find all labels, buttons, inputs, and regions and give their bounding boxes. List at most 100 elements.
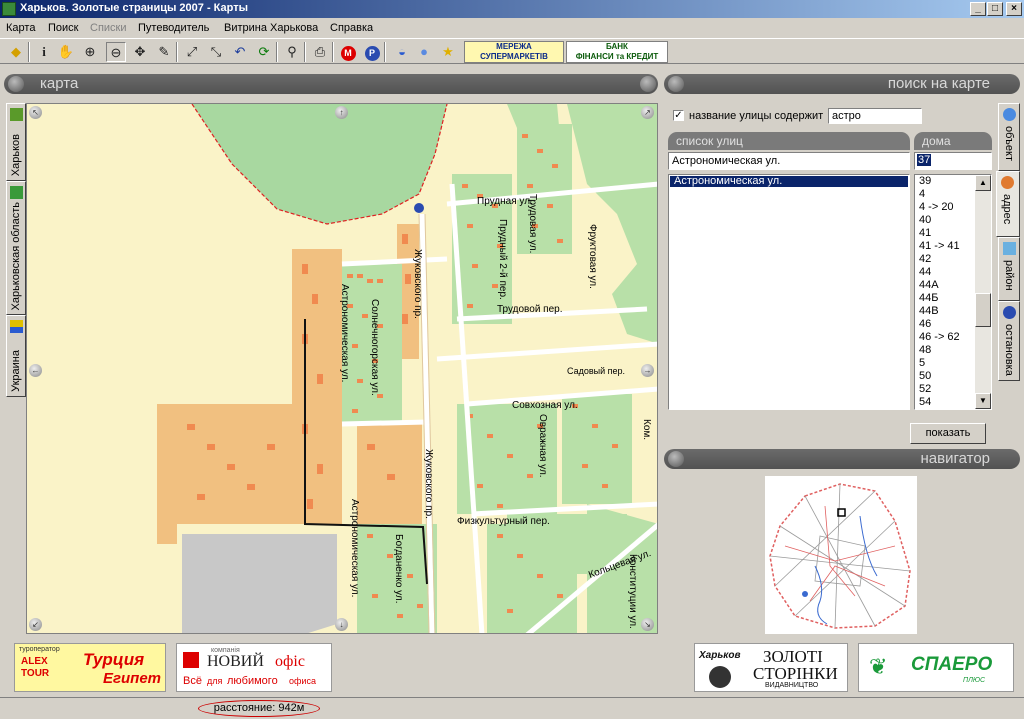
house-number-input[interactable]: 37 bbox=[914, 152, 992, 170]
hand-pan-icon[interactable]: ✋ bbox=[56, 42, 76, 62]
minimize-button[interactable]: _ bbox=[970, 2, 986, 16]
ad4-title: СПАЕРО bbox=[911, 654, 993, 675]
info-icon[interactable]: i bbox=[34, 42, 54, 62]
tab-district-label: район bbox=[1003, 260, 1015, 291]
star-icon[interactable]: ★ bbox=[438, 42, 458, 62]
houses-scrollbar[interactable]: ▲ ▼ bbox=[975, 175, 991, 409]
zoom-fit-icon[interactable]: ⤡ bbox=[206, 42, 226, 62]
toolbar-separator bbox=[332, 42, 334, 62]
streets-list[interactable]: Астрономическая ул. bbox=[668, 174, 910, 410]
map-nav-west-icon[interactable]: ← bbox=[29, 364, 42, 377]
object-icon bbox=[1003, 108, 1016, 121]
street-label: Фруктовая ул. bbox=[587, 224, 598, 289]
toolbar-ad-bank[interactable]: БАНК ФІНАНСИ та КРЕДИТ bbox=[566, 41, 668, 63]
street-label: Прудный 2-й пер. bbox=[497, 219, 508, 300]
menu-bar: Карта Поиск Списки Путеводитель Витрина … bbox=[0, 18, 1024, 38]
maximize-button[interactable]: □ bbox=[987, 2, 1003, 16]
ad2-sub-b: для bbox=[207, 676, 223, 686]
ad-zoloti-storinky[interactable]: Харьков ЗОЛОТІ СТОРІНКИ ВИДАВНИЦТВО bbox=[694, 643, 848, 692]
parking-icon[interactable]: P bbox=[362, 42, 382, 62]
zoom-out-icon[interactable]: ⊖ bbox=[106, 42, 126, 62]
layer-blue-icon[interactable]: ◒ bbox=[392, 42, 412, 62]
move-center-icon[interactable]: ✥ bbox=[130, 42, 150, 62]
toolbar-separator bbox=[384, 42, 386, 62]
ad-alex-tour[interactable]: туроператор ALEX TOUR Турция Египет bbox=[14, 643, 166, 692]
menu-spravka[interactable]: Справка bbox=[330, 22, 373, 34]
ad-novyi-ofis[interactable]: компанія НОВИЙ офіс Всё для любимого офи… bbox=[176, 643, 332, 692]
ruler-icon[interactable]: ✎ bbox=[154, 42, 174, 62]
ad2-sub-a: Всё bbox=[183, 675, 202, 687]
map-canvas[interactable]: ↖ ↑ ↗ ← → ↙ ↓ ↘ Астрономическая ул. Астр… bbox=[26, 103, 658, 634]
zoloti-logo-icon bbox=[709, 666, 731, 688]
header-knob-icon bbox=[668, 451, 684, 467]
print-icon[interactable]: ⎙ bbox=[310, 42, 330, 62]
header-knob-icon bbox=[640, 76, 656, 92]
map-nav-southwest-icon[interactable]: ↙ bbox=[29, 618, 42, 631]
menu-putevoditel[interactable]: Путеводитель bbox=[138, 22, 209, 34]
tab-ukraine[interactable]: Украина bbox=[6, 315, 26, 397]
house-icon bbox=[1001, 176, 1014, 189]
refresh-icon[interactable]: ⟳ bbox=[254, 42, 274, 62]
tab-object[interactable]: объект bbox=[998, 103, 1020, 171]
street-filter-label: название улицы содержит bbox=[689, 110, 824, 122]
houses-list-header: дома bbox=[914, 132, 992, 150]
map-nav-northeast-icon[interactable]: ↗ bbox=[641, 106, 654, 119]
tab-address[interactable]: адрес bbox=[996, 171, 1020, 237]
layer-circle-icon[interactable]: ● bbox=[414, 42, 434, 62]
selected-street-field[interactable]: Астрономическая ул. bbox=[668, 152, 910, 170]
menu-vitrina[interactable]: Витрина Харькова bbox=[224, 22, 318, 34]
oblast-map-icon bbox=[10, 186, 23, 199]
scroll-thumb[interactable] bbox=[975, 293, 991, 327]
search-panel-header: поиск на карте bbox=[664, 74, 1020, 94]
close-button[interactable]: × bbox=[1006, 2, 1022, 16]
navigator-minimap[interactable] bbox=[765, 476, 917, 634]
tab-stop-label: остановка bbox=[1003, 324, 1015, 376]
binoculars-icon[interactable]: ⚲ bbox=[282, 42, 302, 62]
tab-stop[interactable]: остановка bbox=[998, 301, 1020, 381]
map-nav-southeast-icon[interactable]: ↘ bbox=[641, 618, 654, 631]
district-icon bbox=[1003, 242, 1016, 255]
show-button[interactable]: показать bbox=[910, 423, 986, 444]
tab-address-label: адрес bbox=[1001, 194, 1013, 225]
bus-stop-icon bbox=[1003, 306, 1016, 319]
map-panel-title: карта bbox=[40, 75, 79, 92]
status-bar: расстояние: 942м bbox=[0, 697, 1024, 719]
list-item[interactable]: Астрономическая ул. bbox=[670, 176, 908, 187]
street-label: Солнечногорская ул. bbox=[369, 299, 380, 396]
street-filter-checkbox[interactable]: ✓ bbox=[673, 110, 684, 121]
tab-kharkov[interactable]: Харьков bbox=[6, 103, 26, 181]
toolbar-ad-supermarkets[interactable]: МЕРЕЖА СУПЕРМАРКЕТІВ bbox=[464, 41, 564, 63]
minimap-drawing bbox=[769, 483, 911, 629]
map-nav-north-icon[interactable]: ↑ bbox=[335, 106, 348, 119]
tab-kharkov-oblast[interactable]: Харьковская область bbox=[6, 181, 26, 315]
layers-icon[interactable]: ◆ bbox=[6, 42, 26, 62]
menu-karta[interactable]: Карта bbox=[6, 22, 35, 34]
zoom-extent-icon[interactable]: ⤢ bbox=[182, 42, 202, 62]
street-label: Жуковского пр. bbox=[412, 249, 423, 319]
ad1-brand: ALEX TOUR bbox=[21, 656, 50, 679]
ad2-sub-d: офиса bbox=[289, 676, 316, 686]
map-nav-east-icon[interactable]: → bbox=[641, 364, 654, 377]
street-search-input[interactable]: астро bbox=[828, 108, 922, 124]
app-icon bbox=[2, 2, 16, 16]
ad3-line2: СТОРІНКИ bbox=[753, 664, 838, 683]
map-nav-northwest-icon[interactable]: ↖ bbox=[29, 106, 42, 119]
toolbar-separator bbox=[176, 42, 178, 62]
street-label: Трудовая ул. bbox=[527, 194, 538, 254]
zoom-in-icon[interactable]: ⊕ bbox=[80, 42, 100, 62]
undo-icon[interactable]: ↶ bbox=[230, 42, 250, 62]
houses-list[interactable]: 39 4 4 -> 20 40 41 41 -> 41 42 44 44А 44Б 44В 46 46 … bbox=[914, 174, 992, 410]
scroll-down-arrow-icon[interactable]: ▼ bbox=[975, 393, 991, 409]
ad-spaero-plus[interactable]: ❦ СПАЕРО ПЛЮС bbox=[858, 643, 1014, 692]
ad2-sub-c: любимого bbox=[227, 675, 278, 687]
metro-icon[interactable]: M bbox=[338, 42, 358, 62]
tab-district[interactable]: район bbox=[998, 237, 1020, 301]
street-label: Ком. bbox=[641, 419, 652, 441]
menu-poisk[interactable]: Поиск bbox=[48, 22, 78, 34]
house-number-value: 37 bbox=[917, 154, 932, 166]
toolbar-separator bbox=[304, 42, 306, 62]
ad3-city: Харьков bbox=[699, 650, 741, 661]
map-nav-south-icon[interactable]: ↓ bbox=[335, 618, 348, 631]
novyi-ofis-logo-icon bbox=[183, 652, 199, 668]
scroll-up-arrow-icon[interactable]: ▲ bbox=[975, 175, 991, 191]
